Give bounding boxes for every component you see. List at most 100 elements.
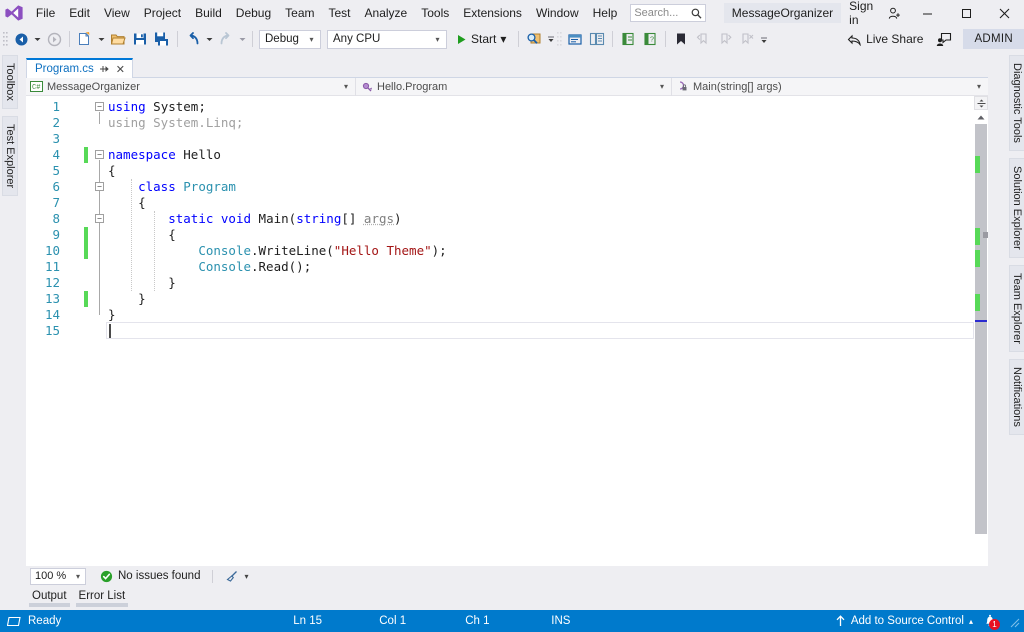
line-number: 6 [52,179,60,194]
code-line-5: { [108,163,116,178]
line-number: 5 [52,163,60,178]
tab-error-list[interactable]: Error List [73,588,132,607]
code-line-10: Console.WriteLine("Hello Theme"); [198,243,447,258]
solution-configuration-combo[interactable]: Debug ▾ [259,29,321,49]
pin-icon[interactable] [99,64,110,74]
code-line-2: using System.Linq; [108,115,244,130]
left-tool-dock: Toolbox Test Explorer [0,55,18,570]
toolbar-separator-3 [252,31,253,47]
toolbar-grip-icon[interactable] [2,31,10,47]
navigate-backward-button[interactable] [10,28,32,50]
maximize-button[interactable] [947,0,985,26]
notifications-button[interactable]: 1 [979,610,1001,632]
menu-test[interactable]: Test [322,3,358,23]
minimize-button[interactable] [909,0,947,26]
open-file-icon[interactable] [107,28,129,50]
toolbar-grip-icon-2[interactable] [556,31,564,47]
new-project-icon[interactable] [74,28,96,50]
line-number: 1 [52,99,60,114]
sidebar-item-test-explorer[interactable]: Test Explorer [2,115,18,197]
menu-file[interactable]: File [29,3,62,23]
code-text-area[interactable]: 1 2 3 4 5 6 7 8 9 10 11 12 13 14 15 − − … [26,96,988,566]
document-tab-strip: Program.cs ✕ [26,58,988,78]
add-to-source-control-button[interactable]: Add to Source Control ▴ [835,615,973,627]
status-bar: Ready Ln 15 Col 1 Ch 1 INS Add to Source… [0,610,1024,632]
next-bookmark-icon[interactable] [714,28,736,50]
resize-grip-icon[interactable] [1007,615,1020,628]
new-project-dropdown[interactable] [96,28,107,50]
menu-edit[interactable]: Edit [62,3,97,23]
redo-dropdown[interactable] [237,28,248,50]
menu-view[interactable]: View [97,3,137,23]
menu-tools[interactable]: Tools [414,3,456,23]
feedback-icon[interactable] [933,28,955,50]
sidebar-item-toolbox[interactable]: Toolbox [2,55,18,109]
code-line-14: } [108,307,116,322]
toolbar-overflow-button[interactable] [758,28,769,50]
editor-vertical-scrollbar[interactable] [974,96,988,566]
code-editor[interactable]: 1 2 3 4 5 6 7 8 9 10 11 12 13 14 15 − − … [26,96,988,566]
class-icon [360,80,373,93]
title-bar-controls: Sign in [841,0,1024,27]
sidebar-item-team-explorer[interactable]: Team Explorer [1009,264,1024,352]
outline-collapse-namespace[interactable]: − [95,150,104,159]
zoom-level-combo[interactable]: 100 % ▾ [30,567,86,585]
redo-icon[interactable] [215,28,237,50]
chevron-down-icon-project: ▾ [343,82,348,91]
toolbox-window-icon[interactable] [617,28,639,50]
menu-extensions[interactable]: Extensions [456,3,529,23]
close-icon[interactable]: ✕ [115,63,126,76]
bookmark-icon[interactable] [670,28,692,50]
solution-platform-combo[interactable]: Any CPU ▾ [327,29,447,49]
code-line-13: } [108,291,146,306]
scrollbar-split-button[interactable] [974,96,988,110]
outline-collapse-using[interactable]: − [95,102,104,111]
close-button[interactable] [986,0,1024,26]
menu-debug[interactable]: Debug [229,3,278,23]
menu-analyze[interactable]: Analyze [358,3,415,23]
undo-dropdown[interactable] [204,28,215,50]
outline-collapse-method[interactable]: − [95,214,104,223]
menu-team[interactable]: Team [278,3,321,23]
sign-in-button[interactable]: Sign in [841,0,909,27]
menu-project[interactable]: Project [137,3,188,23]
tab-output[interactable]: Output [26,588,73,607]
standard-toolbar: Debug ▾ Any CPU ▾ Start ▾ ? Live Share A… [0,26,1024,52]
chevron-down-icon-2: ▾ [435,34,440,44]
save-all-icon[interactable] [151,28,173,50]
sidebar-item-notifications[interactable]: Notifications [1009,358,1024,435]
menu-window[interactable]: Window [529,3,586,23]
outline-collapse-class[interactable]: − [95,182,104,191]
properties-window-icon[interactable] [586,28,608,50]
navigate-backward-dropdown[interactable] [32,28,43,50]
scrollbar-change-marker-2 [975,228,980,245]
navbar-member-combo[interactable]: Main(string[] args) ▾ [672,78,988,96]
document-tab-program-cs[interactable]: Program.cs ✕ [26,58,133,78]
sidebar-item-solution-explorer[interactable]: Solution Explorer [1009,157,1024,258]
find-in-files-icon[interactable] [523,28,545,50]
code-cleanup-button[interactable]: ▾ [225,570,248,583]
search-input[interactable]: Search... [630,4,706,22]
status-text: Ready [28,615,62,627]
navbar-type-combo[interactable]: Hello.Program ▾ [356,77,672,96]
clear-bookmarks-icon[interactable] [736,28,758,50]
start-debug-button[interactable]: Start ▾ [453,28,514,50]
live-share-button[interactable]: Live Share [841,32,929,46]
editor-horizontal-scrollbar[interactable] [26,554,988,566]
code-line-4: namespace Hello [108,147,221,162]
solution-explorer-icon[interactable] [564,28,586,50]
find-dropdown[interactable] [545,28,556,50]
navbar-project-combo[interactable]: C# MessageOrganizer ▾ [26,77,356,96]
scroll-up-button[interactable] [974,111,988,123]
object-browser-icon[interactable]: ? [639,28,661,50]
menu-build[interactable]: Build [188,3,229,23]
diagnostic-tools-label: Diagnostic Tools [1011,63,1023,143]
undo-icon[interactable] [182,28,204,50]
sidebar-item-diagnostic-tools[interactable]: Diagnostic Tools [1009,55,1024,151]
issues-indicator[interactable]: No issues found [100,570,200,583]
save-file-icon[interactable] [129,28,151,50]
previous-bookmark-icon[interactable] [692,28,714,50]
scrollbar-thumb[interactable] [975,124,987,534]
navigate-forward-button[interactable] [43,28,65,50]
menu-help[interactable]: Help [586,3,625,23]
